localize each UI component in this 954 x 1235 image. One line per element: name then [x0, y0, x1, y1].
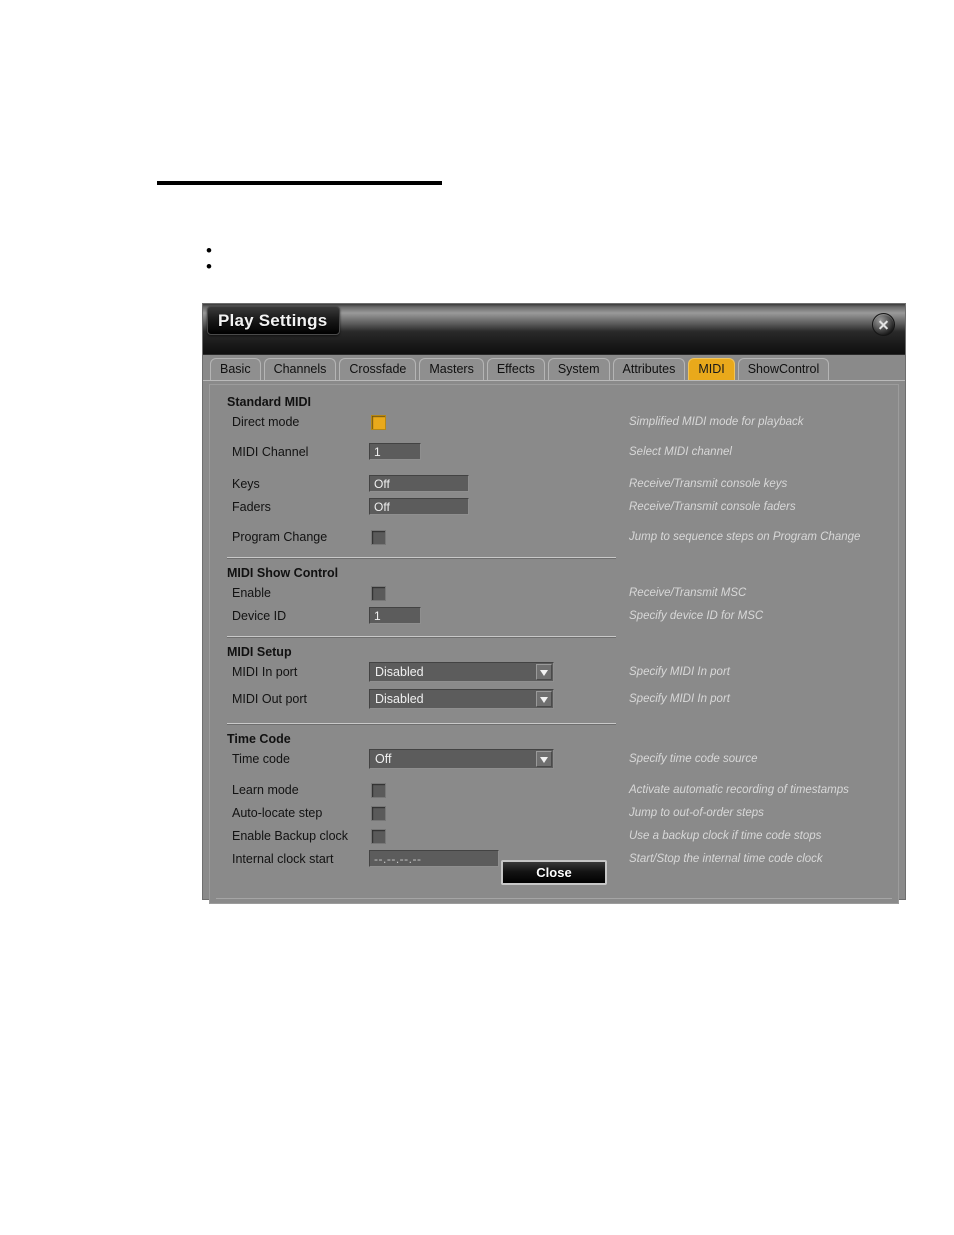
- list-item: •: [206, 257, 212, 276]
- section-standard-midi: Standard MIDI Direct mode Simplified MID…: [210, 395, 898, 550]
- input-keys[interactable]: Off: [369, 475, 469, 492]
- play-settings-dialog: Play Settings Basic Channels Crossfade M…: [202, 303, 906, 904]
- row-faders: Faders Off Receive/Transmit console fade…: [224, 497, 884, 520]
- dialog-footer: Close: [210, 860, 898, 885]
- desc-msc-enable: Receive/Transmit MSC: [629, 587, 747, 599]
- label-keys: Keys: [232, 477, 260, 491]
- row-midi-in-port: MIDI In port Disabled Specify MIDI In po…: [224, 662, 884, 689]
- divider-1: [227, 557, 616, 558]
- tab-basic[interactable]: Basic: [210, 358, 261, 380]
- label-auto-locate-step: Auto-locate step: [232, 806, 323, 820]
- input-device-id[interactable]: 1: [369, 607, 421, 624]
- tab-masters[interactable]: Masters: [419, 358, 484, 380]
- desc-auto-locate-step: Jump to out-of-order steps: [629, 807, 764, 819]
- row-learn-mode: Learn mode Activate automatic recording …: [224, 780, 884, 803]
- checkbox-direct-mode[interactable]: [371, 415, 386, 430]
- checkbox-learn-mode[interactable]: [371, 783, 386, 798]
- chevron-down-icon[interactable]: [536, 664, 552, 680]
- list-item: •: [206, 241, 212, 260]
- row-midi-out-port: MIDI Out port Disabled Specify MIDI In p…: [224, 689, 884, 716]
- close-button[interactable]: Close: [501, 860, 607, 885]
- input-faders[interactable]: Off: [369, 498, 469, 515]
- label-midi-in-port: MIDI In port: [232, 665, 298, 679]
- row-midi-channel: MIDI Channel 1 Select MIDI channel: [224, 442, 884, 465]
- label-midi-out-port: MIDI Out port: [232, 692, 308, 706]
- input-midi-channel[interactable]: 1: [369, 443, 421, 460]
- desc-midi-channel: Select MIDI channel: [629, 446, 732, 458]
- desc-device-id: Specify device ID for MSC: [629, 610, 764, 622]
- row-program-change: Program Change Jump to sequence steps on…: [224, 527, 884, 550]
- select-midi-in-port-value: Disabled: [375, 665, 424, 679]
- label-direct-mode: Direct mode: [232, 415, 300, 429]
- row-auto-locate-step: Auto-locate step Jump to out-of-order st…: [224, 803, 884, 826]
- settings-tabbar: Basic Channels Crossfade Masters Effects…: [203, 355, 905, 381]
- document-horizontal-rule: [157, 181, 442, 185]
- label-device-id: Device ID: [232, 609, 287, 623]
- tab-crossfade[interactable]: Crossfade: [339, 358, 417, 380]
- close-window-icon[interactable]: [872, 313, 895, 336]
- row-enable-backup-clock: Enable Backup clock Use a backup clock i…: [224, 826, 884, 849]
- desc-learn-mode: Activate automatic recording of timestam…: [629, 784, 849, 796]
- desc-midi-out-port: Specify MIDI In port: [629, 693, 730, 705]
- select-time-code[interactable]: Off: [369, 749, 554, 769]
- tab-channels[interactable]: Channels: [263, 358, 337, 380]
- desc-enable-backup-clock: Use a backup clock if time code stops: [629, 830, 822, 842]
- section-midi-setup: MIDI Setup MIDI In port Disabled Specify…: [210, 645, 898, 716]
- tab-showcontrol[interactable]: ShowControl: [737, 358, 830, 380]
- desc-time-code: Specify time code source: [629, 753, 758, 765]
- select-midi-out-port-value: Disabled: [375, 692, 424, 706]
- chevron-down-icon[interactable]: [536, 691, 552, 707]
- dialog-title: Play Settings: [207, 306, 341, 335]
- label-time-code: Time code: [232, 752, 290, 766]
- select-time-code-value: Off: [375, 752, 392, 766]
- label-msc-enable: Enable: [232, 586, 271, 600]
- divider-3: [227, 723, 616, 724]
- select-midi-out-port[interactable]: Disabled: [369, 689, 554, 709]
- label-midi-channel: MIDI Channel: [232, 445, 309, 459]
- label-program-change: Program Change: [232, 530, 328, 544]
- section-title-midi-show-control: MIDI Show Control: [227, 566, 339, 580]
- section-title-time-code: Time Code: [227, 732, 291, 746]
- tab-attributes[interactable]: Attributes: [612, 358, 686, 380]
- tab-effects[interactable]: Effects: [486, 358, 545, 380]
- label-learn-mode: Learn mode: [232, 783, 299, 797]
- desc-keys: Receive/Transmit console keys: [629, 478, 788, 490]
- midi-settings-panel: Standard MIDI Direct mode Simplified MID…: [209, 384, 899, 904]
- desc-direct-mode: Simplified MIDI mode for playback: [629, 416, 804, 428]
- section-midi-show-control: MIDI Show Control Enable Receive/Transmi…: [210, 566, 898, 629]
- section-time-code: Time Code Time code Off Specify time cod…: [210, 732, 898, 872]
- tab-midi[interactable]: MIDI: [688, 358, 735, 380]
- footer-divider: [216, 898, 892, 899]
- row-msc-enable: Enable Receive/Transmit MSC: [224, 583, 884, 606]
- dialog-titlebar: Play Settings: [203, 304, 905, 355]
- row-keys: Keys Off Receive/Transmit console keys: [224, 474, 884, 497]
- desc-midi-in-port: Specify MIDI In port: [629, 666, 730, 678]
- select-midi-in-port[interactable]: Disabled: [369, 662, 554, 682]
- divider-2: [227, 636, 616, 637]
- desc-faders: Receive/Transmit console faders: [629, 501, 796, 513]
- checkbox-msc-enable[interactable]: [371, 586, 386, 601]
- row-time-code: Time code Off Specify time code source: [224, 749, 884, 776]
- chevron-down-icon[interactable]: [536, 751, 552, 767]
- row-direct-mode: Direct mode Simplified MIDI mode for pla…: [224, 412, 884, 435]
- label-faders: Faders: [232, 500, 271, 514]
- checkbox-enable-backup-clock[interactable]: [371, 829, 386, 844]
- section-title-standard-midi: Standard MIDI: [227, 395, 312, 409]
- label-enable-backup-clock: Enable Backup clock: [232, 829, 349, 843]
- row-device-id: Device ID 1 Specify device ID for MSC: [224, 606, 884, 629]
- desc-program-change: Jump to sequence steps on Program Change: [629, 531, 861, 543]
- tab-system[interactable]: System: [547, 358, 610, 380]
- document-bullet-list: • •: [206, 241, 506, 276]
- checkbox-auto-locate-step[interactable]: [371, 806, 386, 821]
- checkbox-program-change[interactable]: [371, 530, 386, 545]
- section-title-midi-setup: MIDI Setup: [227, 645, 292, 659]
